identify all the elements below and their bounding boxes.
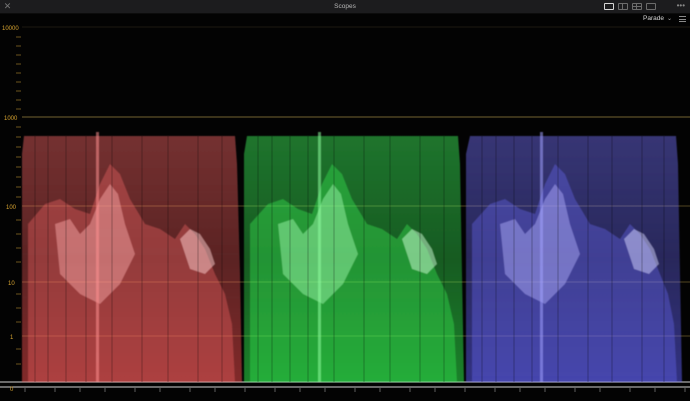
hamburger-menu-icon[interactable] — [679, 16, 686, 22]
scale-ticks — [16, 36, 21, 365]
window-title: Scopes — [334, 3, 356, 10]
chevron-down-icon: ⌄ — [666, 16, 672, 22]
parade-scope: 10000 1000 100 10 1 0 — [0, 26, 690, 393]
scopes-window: ✕ Scopes ••• Parade ⌄ 10000 1000 100 10 … — [0, 0, 690, 401]
quad-layout-icon[interactable] — [632, 3, 642, 10]
scope-mode-dropdown[interactable]: Parade ⌄ — [643, 14, 672, 24]
single-layout-icon[interactable] — [604, 3, 614, 10]
scope-mode-label: Parade — [643, 15, 664, 22]
scale-label-1: 1 — [10, 335, 14, 341]
title-bar: ✕ Scopes ••• — [0, 0, 690, 14]
scale-label-10000: 10000 — [2, 26, 19, 32]
scale-labels: 10000 1000 100 10 1 0 — [2, 26, 19, 393]
scale-label-10: 10 — [8, 281, 15, 287]
scope-toolbar: Parade ⌄ — [0, 14, 690, 24]
green-channel-waveform — [244, 132, 464, 382]
bottom-ruler — [24, 388, 686, 392]
dual-layout-icon[interactable] — [618, 3, 628, 10]
scale-label-1000: 1000 — [4, 116, 18, 122]
more-options-icon[interactable]: ••• — [677, 0, 685, 12]
red-channel-waveform — [22, 132, 242, 382]
scale-label-0: 0 — [10, 387, 14, 393]
layout-switcher — [604, 3, 656, 10]
blue-channel-waveform — [466, 132, 682, 382]
full-layout-icon[interactable] — [646, 3, 656, 10]
scale-label-100: 100 — [6, 205, 17, 211]
